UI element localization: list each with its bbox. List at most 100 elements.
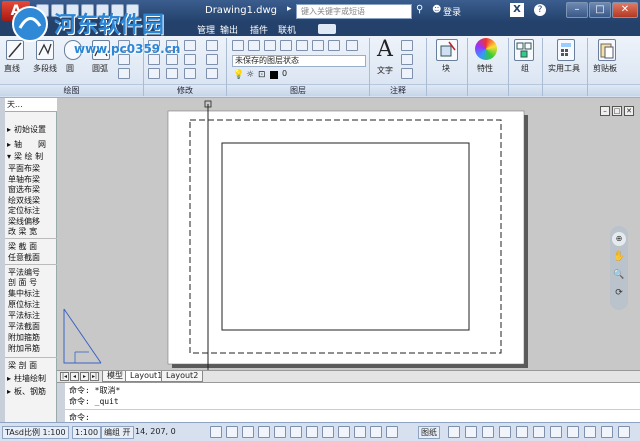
save-icon[interactable] xyxy=(66,4,79,17)
viewport-scale-field[interactable]: 1:100 xyxy=(72,426,102,439)
grid-icon[interactable] xyxy=(226,426,238,438)
tab-plugins[interactable]: 插件 xyxy=(250,23,268,36)
rotate-icon[interactable] xyxy=(166,40,178,51)
isolate-objects-icon[interactable] xyxy=(601,426,613,438)
palette-tool-item[interactable]: 定位标注 xyxy=(8,205,40,216)
layer-iso-icon[interactable] xyxy=(248,40,260,51)
block-panel-footer[interactable] xyxy=(427,84,467,96)
minimize-button[interactable]: – xyxy=(566,2,588,18)
hardware-accel-icon[interactable] xyxy=(584,426,596,438)
lightbulb-icon[interactable]: 💡 xyxy=(233,70,244,80)
mirror-icon[interactable] xyxy=(166,54,178,65)
tab-manage[interactable]: 管理 xyxy=(197,23,215,36)
palette-header[interactable]: 天... xyxy=(5,98,57,112)
paper-model-toggle[interactable]: 图纸 xyxy=(418,426,440,439)
hatch-icon[interactable] xyxy=(118,54,130,65)
clipboard-icon[interactable] xyxy=(598,39,616,61)
print-icon[interactable] xyxy=(96,4,109,17)
tab-online[interactable]: 联机 xyxy=(278,23,296,36)
osnap-icon[interactable] xyxy=(274,426,286,438)
palette-tool-item[interactable]: 剖 面 号 xyxy=(8,277,37,288)
quick-view-drawings-icon[interactable] xyxy=(482,426,494,438)
clipboard-button[interactable]: 剪贴板 xyxy=(593,63,617,74)
redo-icon[interactable] xyxy=(126,4,139,17)
arc-icon[interactable] xyxy=(92,40,110,60)
binoculars-icon[interactable]: ⚲ xyxy=(416,4,423,15)
otrack-icon[interactable] xyxy=(290,426,302,438)
palette-tool-item[interactable]: 绘双线梁 xyxy=(8,195,40,206)
maximize-button[interactable]: □ xyxy=(589,2,611,18)
next-tab-icon[interactable]: ▸ xyxy=(80,372,89,381)
palette-tool-item[interactable]: 梁 截 面 xyxy=(8,241,37,252)
viewport-close-button[interactable]: ✕ xyxy=(624,106,634,116)
polyline-button[interactable]: 多段线 xyxy=(33,63,57,74)
palette-tool-item[interactable]: 改 梁 宽 xyxy=(8,226,37,237)
transparency-icon[interactable] xyxy=(354,426,366,438)
viewport-restore-button[interactable]: □ xyxy=(612,106,622,116)
palette-tool-item[interactable]: 平法截面 xyxy=(8,321,40,332)
new-file-icon[interactable] xyxy=(36,4,49,17)
first-tab-icon[interactable]: |◂ xyxy=(60,372,69,381)
palette-section-2[interactable]: ▾ 梁 绘 制 xyxy=(7,151,43,162)
layer-lock-icon[interactable] xyxy=(296,40,308,51)
clipboard-panel-footer[interactable] xyxy=(588,84,640,96)
stretch-icon[interactable] xyxy=(148,68,160,79)
leader-icon[interactable] xyxy=(401,54,413,65)
clean-screen-icon[interactable] xyxy=(618,426,630,438)
trim-icon[interactable] xyxy=(184,40,196,51)
palette-tool-item[interactable]: 原位标注 xyxy=(8,299,40,310)
palette-section-bottom-1[interactable]: ▸ 柱墙绘制 xyxy=(7,373,46,384)
text-icon[interactable]: A xyxy=(377,37,393,62)
layer-off-icon[interactable] xyxy=(264,40,276,51)
lock-icon[interactable]: ⊡ xyxy=(258,70,266,80)
polar-icon[interactable] xyxy=(258,426,270,438)
line-icon[interactable] xyxy=(6,40,24,60)
annotation-scale-icon[interactable] xyxy=(499,426,511,438)
circle-icon[interactable] xyxy=(64,40,82,60)
annotation-scale-field[interactable]: TAsd比例 1:100 xyxy=(2,426,69,439)
login-link[interactable]: 登录 xyxy=(443,5,461,18)
auto-scale-icon[interactable] xyxy=(533,426,545,438)
rectangle-icon[interactable] xyxy=(118,40,130,51)
explode-icon[interactable] xyxy=(206,54,218,65)
quick-view-layouts-icon[interactable] xyxy=(465,426,477,438)
layer-walk-icon[interactable] xyxy=(346,40,358,51)
layer-state-dropdown[interactable]: 未保存的图层状态 xyxy=(232,55,366,67)
model-space-icon[interactable] xyxy=(448,426,460,438)
dimension-icon[interactable] xyxy=(401,40,413,51)
pan-hand-icon[interactable]: ✋ xyxy=(612,250,626,264)
block-button[interactable]: 块 xyxy=(442,63,450,74)
workspace-switch-icon[interactable] xyxy=(550,426,562,438)
properties-color-wheel-icon[interactable] xyxy=(475,38,497,60)
copy-icon[interactable] xyxy=(148,54,160,65)
palette-section-0[interactable]: ▸ 初始设置 xyxy=(7,124,46,135)
lineweight-icon[interactable] xyxy=(338,426,350,438)
palette-tool-item[interactable]: 梁线偏移 xyxy=(8,216,40,227)
properties-panel-footer[interactable] xyxy=(468,84,508,96)
circle-button[interactable]: 圆 xyxy=(66,63,74,74)
layer-freeze-icon[interactable] xyxy=(280,40,292,51)
ribbon-toggle-icon[interactable] xyxy=(318,24,336,34)
utilities-button[interactable]: 实用工具 xyxy=(548,63,580,74)
modify-panel-title[interactable]: 修改 xyxy=(144,84,226,96)
exchange-icon[interactable]: X xyxy=(510,3,524,17)
zoom-icon[interactable]: 🔍 xyxy=(612,268,626,282)
ducs-icon[interactable] xyxy=(306,426,318,438)
polyline-icon[interactable] xyxy=(36,40,54,60)
region-icon[interactable] xyxy=(118,68,130,79)
app-menu-button[interactable]: A xyxy=(2,1,30,21)
steering-wheel-icon[interactable]: ⊕ xyxy=(612,232,626,246)
lock-toolbar-icon[interactable] xyxy=(567,426,579,438)
last-tab-icon[interactable]: ▸| xyxy=(90,372,99,381)
erase-icon[interactable] xyxy=(206,40,218,51)
palette-grip[interactable] xyxy=(0,98,5,441)
search-input[interactable]: 键入关键字或短语 xyxy=(296,4,412,19)
drawing-canvas[interactable]: – □ ✕ ⊕ ✋ 🔍 ⟳ xyxy=(57,98,640,370)
properties-button[interactable]: 特性 xyxy=(477,63,493,74)
save-as-icon[interactable] xyxy=(81,4,94,17)
arc-button[interactable]: 圆弧 xyxy=(92,63,108,74)
palette-tool-item[interactable]: 窗选布梁 xyxy=(8,184,40,195)
annotation-visibility-icon[interactable] xyxy=(516,426,528,438)
palette-tool-item[interactable]: 集中标注 xyxy=(8,288,40,299)
scale-icon[interactable] xyxy=(166,68,178,79)
